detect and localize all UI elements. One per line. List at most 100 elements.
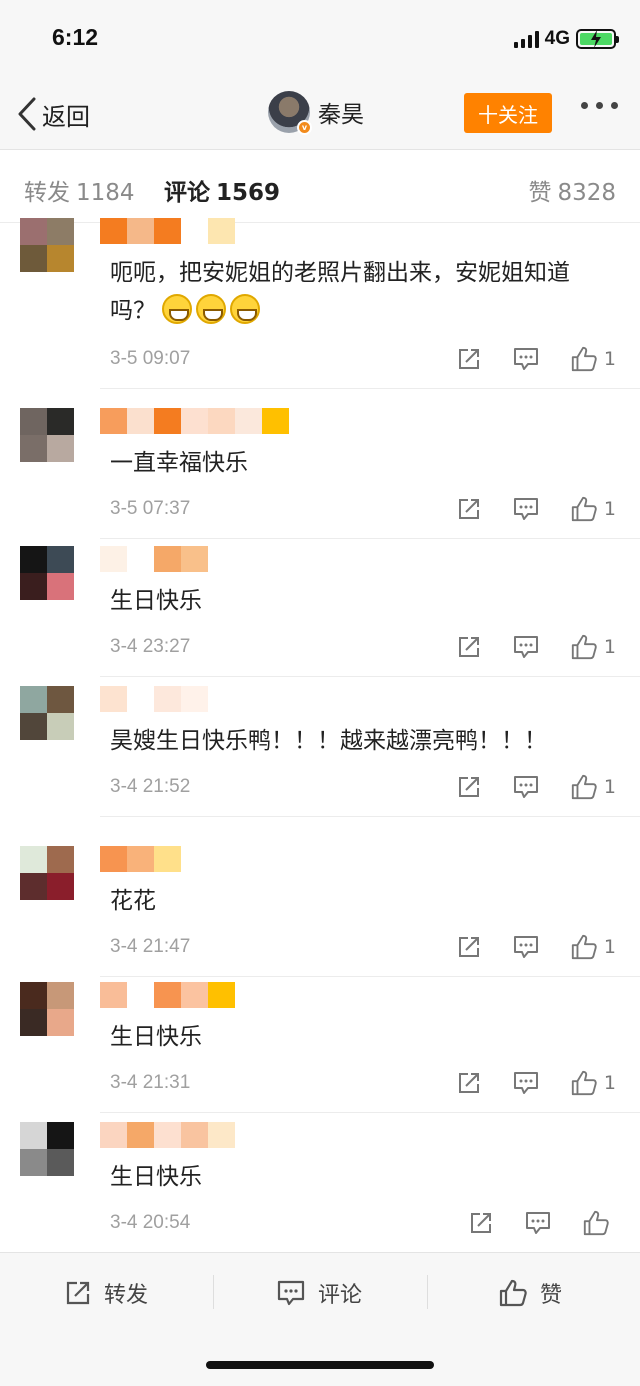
comment-icon <box>513 936 538 958</box>
share-icon <box>458 499 479 519</box>
comment-item[interactable]: 生日快乐 3-4 23:27 1 <box>0 546 640 690</box>
repost-comment-button[interactable] <box>456 346 482 372</box>
comment-text: 生日快乐 <box>110 1164 202 1190</box>
follow-button[interactable]: 十关注 <box>464 93 552 133</box>
tab-repost-label: 转发 <box>24 180 70 206</box>
like-count: 1 <box>603 936 616 958</box>
like-count: 1 <box>603 776 616 798</box>
comment-text: 昊嫂生日快乐鸭！！！越来越漂亮鸭！！！ <box>110 728 547 754</box>
tab-comment-count: 1569 <box>216 180 281 206</box>
comment-item[interactable]: 生日快乐 3-4 20:54 <box>0 1122 640 1266</box>
username-blurred[interactable] <box>100 218 235 244</box>
thumbs-up-icon <box>571 934 597 960</box>
like-count: 1 <box>603 348 616 370</box>
tab-like-count: 8328 <box>557 180 616 206</box>
comment-button[interactable]: 评论 <box>276 1275 362 1311</box>
tab-comment-label: 评论 <box>164 180 210 206</box>
tab-like[interactable]: 赞 8328 <box>528 173 616 207</box>
comment-item[interactable]: 昊嫂生日快乐鸭！！！越来越漂亮鸭！！！ 3-4 21:52 1 <box>0 686 640 830</box>
thumbs-up-icon <box>571 774 597 800</box>
reply-comment-button[interactable] <box>512 346 540 372</box>
comment-time: 3-4 20:54 <box>110 1212 191 1233</box>
share-icon <box>66 1281 90 1305</box>
back-button[interactable]: 返回 <box>16 94 90 134</box>
repost-comment-button[interactable] <box>456 1070 482 1096</box>
home-indicator <box>206 1361 434 1369</box>
battery-icon <box>576 29 619 49</box>
comment-text: 生日快乐 <box>110 588 202 614</box>
avatar: v <box>268 91 312 135</box>
repost-comment-button[interactable] <box>456 934 482 960</box>
tab-comment[interactable]: 评论 1569 <box>164 173 280 207</box>
like-comment-button[interactable]: 1 <box>570 495 616 523</box>
comment-text: 一直幸福快乐 <box>110 450 248 476</box>
reply-comment-button[interactable] <box>512 774 540 800</box>
tab-like-label: 赞 <box>528 180 552 206</box>
emoji-icons <box>162 294 264 324</box>
comment-item[interactable]: 呃呃，把安妮姐的老照片翻出来，安妮姐知道吗？ 3-5 09:07 1 <box>0 218 640 389</box>
grin-emoji-icon <box>162 294 192 324</box>
avatar[interactable] <box>20 686 74 740</box>
comment-actions: 1 <box>456 932 616 962</box>
username-blurred[interactable] <box>100 982 235 1008</box>
reply-comment-button[interactable] <box>512 496 540 522</box>
comment-text: 呃呃，把安妮姐的老照片翻出来，安妮姐知道吗？ <box>110 260 570 324</box>
comment-time: 3-4 21:52 <box>110 776 191 797</box>
like-count: 1 <box>603 636 616 658</box>
divider <box>100 676 640 677</box>
comment-text: 花花 <box>110 888 156 914</box>
username-blurred[interactable] <box>100 546 208 572</box>
repost-comment-button[interactable] <box>456 634 482 660</box>
share-icon <box>471 1213 491 1233</box>
share-icon <box>458 937 479 957</box>
like-comment-button[interactable]: 1 <box>570 773 616 801</box>
like-button[interactable]: 赞 <box>498 1275 562 1311</box>
repost-comment-button[interactable] <box>456 496 482 522</box>
avatar[interactable] <box>20 408 74 462</box>
avatar[interactable] <box>20 546 74 600</box>
comment-label: 评论 <box>318 1283 363 1308</box>
like-comment-button[interactable] <box>582 1209 616 1237</box>
like-comment-button[interactable]: 1 <box>570 933 616 961</box>
grin-emoji-icon <box>230 294 260 324</box>
username-blurred[interactable] <box>100 408 289 434</box>
comment-item[interactable]: 一直幸福快乐 3-5 07:37 1 <box>0 408 640 552</box>
username-blurred[interactable] <box>100 846 181 872</box>
tab-repost[interactable]: 转发 1184 <box>24 173 135 207</box>
avatar[interactable] <box>20 218 74 272</box>
nav-user[interactable]: v 秦昊 <box>268 90 364 135</box>
thumbs-up-icon <box>571 346 597 372</box>
comment-actions: 1 <box>456 344 616 374</box>
more-icon[interactable] <box>581 102 618 109</box>
comment-icon <box>513 776 538 798</box>
avatar[interactable] <box>20 846 74 900</box>
avatar[interactable] <box>20 1122 74 1176</box>
divider <box>100 1112 640 1113</box>
comment-actions <box>468 1208 616 1238</box>
like-count: 1 <box>603 498 616 520</box>
comment-time: 3-4 21:31 <box>110 1072 191 1093</box>
comment-item[interactable]: 花花 3-4 21:47 1 <box>0 846 640 990</box>
reply-comment-button[interactable] <box>512 634 540 660</box>
reply-comment-button[interactable] <box>512 1070 540 1096</box>
reply-comment-button[interactable] <box>524 1210 552 1236</box>
like-comment-button[interactable]: 1 <box>570 633 616 661</box>
comment-item[interactable]: 生日快乐 3-4 21:31 1 <box>0 982 640 1126</box>
repost-comment-button[interactable] <box>468 1210 494 1236</box>
avatar[interactable] <box>20 982 74 1036</box>
repost-button[interactable]: 转发 <box>64 1275 148 1311</box>
reply-comment-button[interactable] <box>512 934 540 960</box>
username-blurred[interactable] <box>100 1122 235 1148</box>
chevron-left-icon <box>18 97 36 131</box>
comment-icon <box>513 1072 538 1094</box>
tab-repost-count: 1184 <box>76 180 135 206</box>
divider <box>427 1275 428 1309</box>
repost-comment-button[interactable] <box>456 774 482 800</box>
share-icon <box>458 349 479 369</box>
like-comment-button[interactable]: 1 <box>570 345 616 373</box>
thumbs-up-icon <box>571 496 597 522</box>
comment-time: 3-5 07:37 <box>110 498 191 519</box>
username-blurred[interactable] <box>100 686 208 712</box>
like-comment-button[interactable]: 1 <box>570 1069 616 1097</box>
share-icon <box>458 777 479 797</box>
